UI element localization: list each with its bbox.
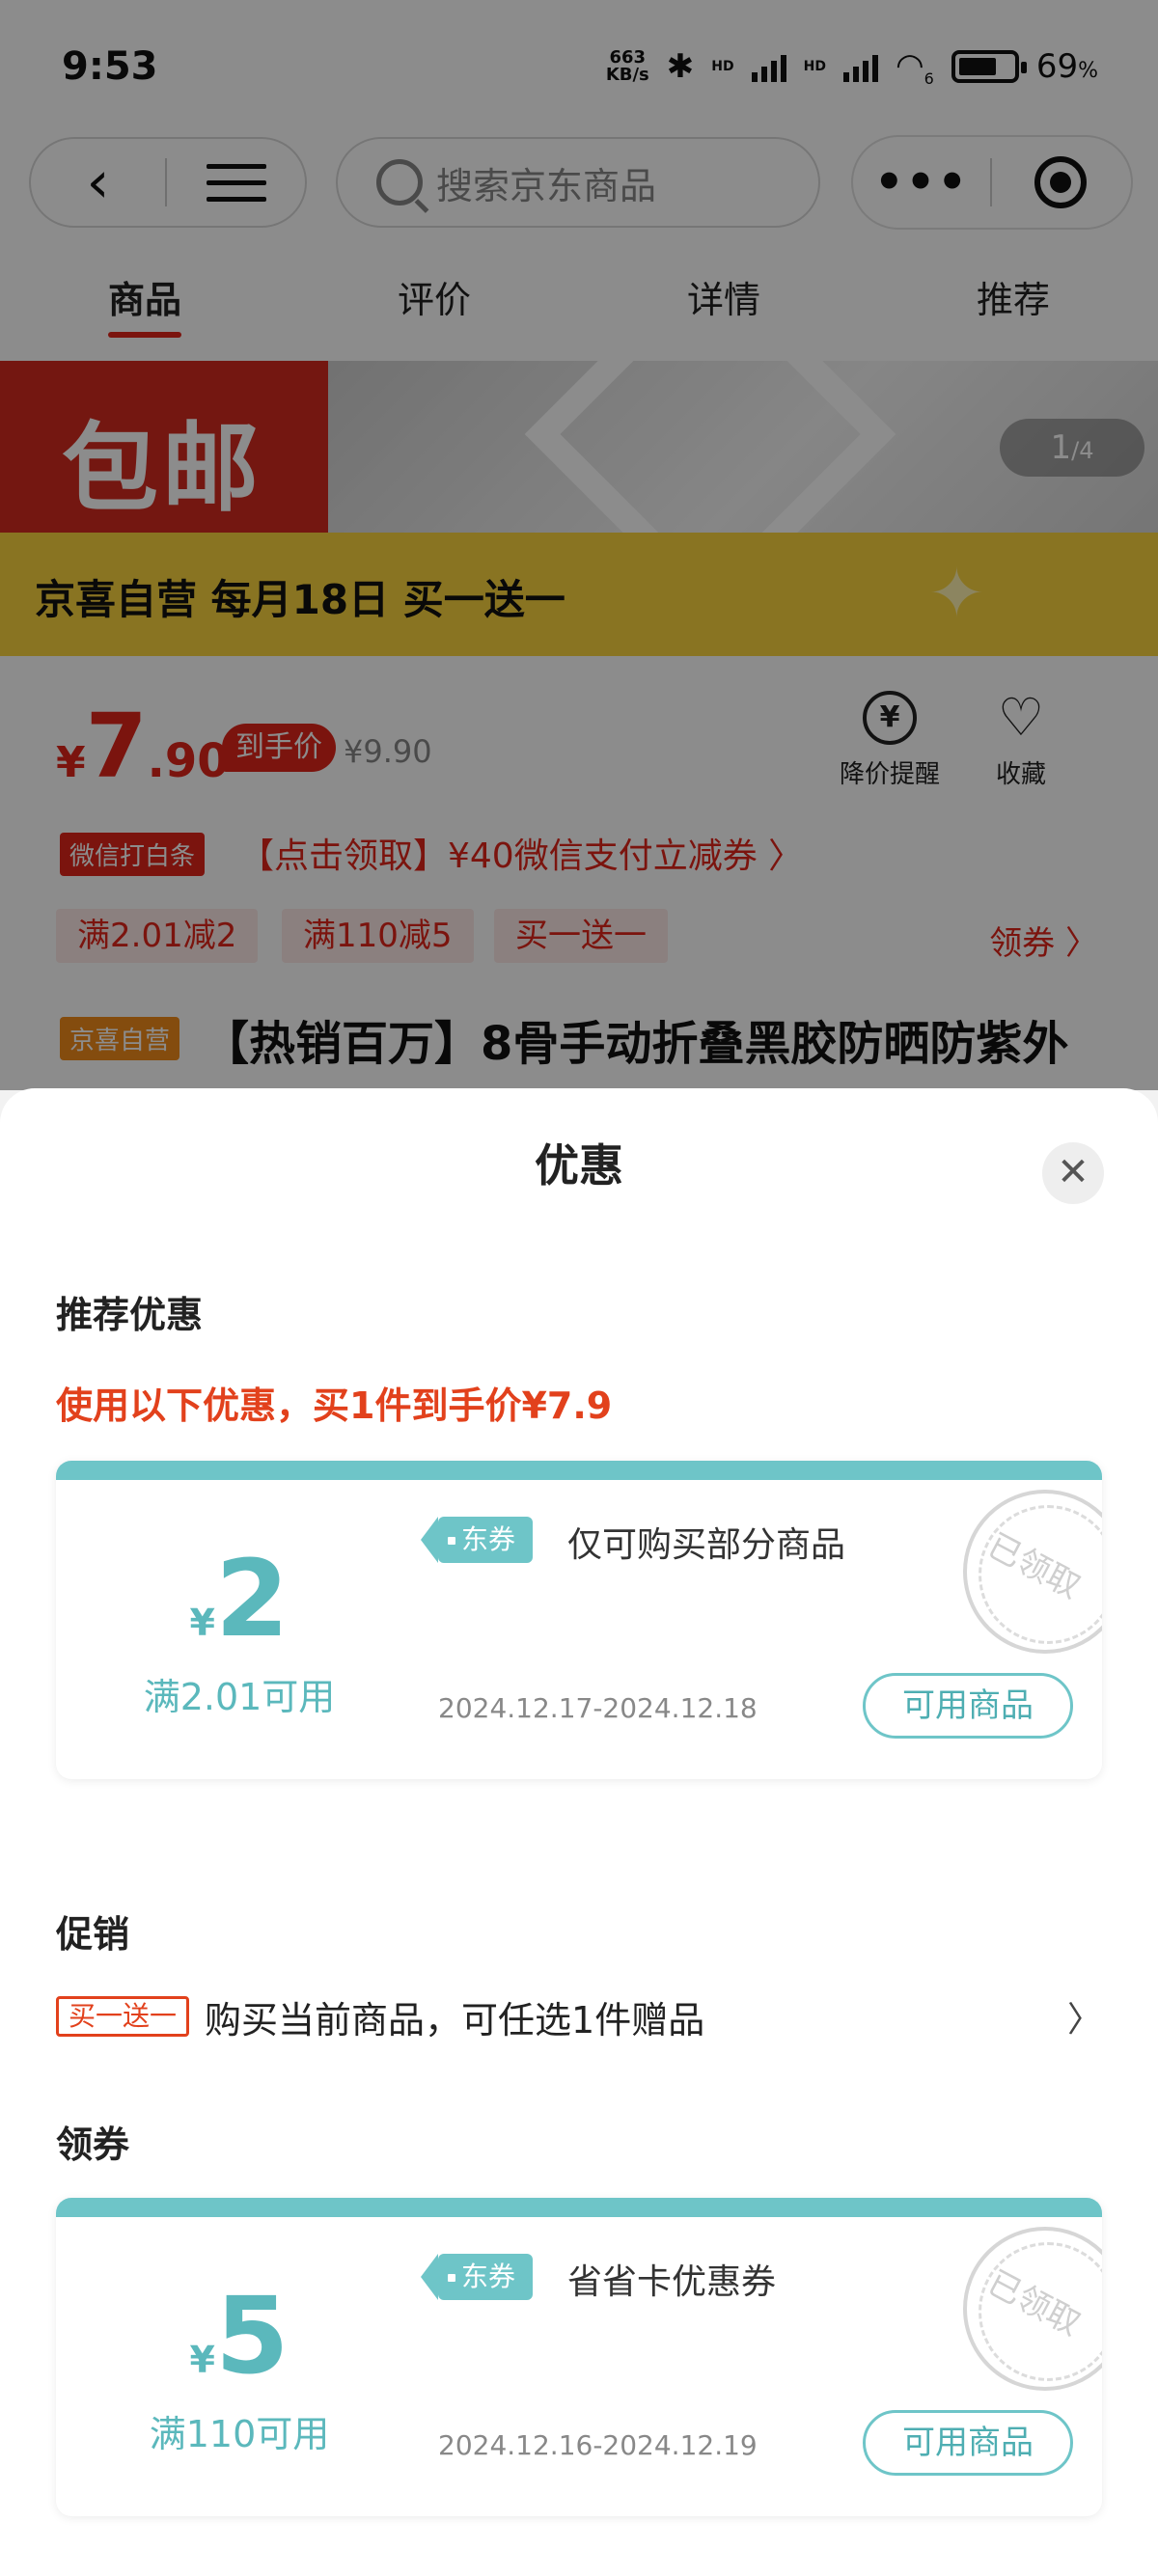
claimed-stamp-icon: 已领取: [963, 2227, 1102, 2391]
coupon-validity: 2024.12.17-2024.12.18: [438, 1692, 758, 1724]
coupons-section-title: 领券: [56, 2124, 130, 2166]
coupon-condition: 满2.01可用: [143, 1676, 336, 1718]
coupon-amount: ¥5: [56, 2283, 423, 2389]
promotion-row[interactable]: 买一送一 购买当前商品，可任选1件赠品 〉: [56, 1987, 1102, 2045]
coupon-card: ¥5 满110可用 东券 省省卡优惠券 2024.12.16-2024.12.1…: [56, 2198, 1102, 2516]
coupon-description: 省省卡优惠券: [567, 2262, 777, 2302]
coupon-currency: ¥: [189, 1602, 215, 1644]
recommend-section-title: 推荐优惠: [56, 1294, 204, 1336]
sheet-title: 优惠: [535, 1139, 623, 1192]
chevron-right-icon: 〉: [1066, 2000, 1102, 2040]
coupon-validity: 2024.12.16-2024.12.19: [438, 2429, 758, 2461]
claimed-stamp-text: 已领取: [980, 1525, 1087, 1607]
coupon-amount: ¥2: [56, 1546, 423, 1652]
coupon-card: ¥2 满2.01可用 东券 仅可购买部分商品 2024.12.17-2024.1…: [56, 1461, 1102, 1779]
modal-overlay[interactable]: [0, 0, 1158, 1090]
coupon-currency: ¥: [189, 2339, 215, 2381]
promotion-section-title: 促销: [56, 1913, 130, 1956]
claimed-stamp-text: 已领取: [980, 2262, 1087, 2344]
available-goods-button[interactable]: 可用商品: [863, 1673, 1073, 1739]
coupon-description: 仅可购买部分商品: [567, 1525, 846, 1565]
coupon-top-bar: [56, 1461, 1102, 1480]
close-button[interactable]: ✕: [1042, 1142, 1104, 1204]
available-goods-button[interactable]: 可用商品: [863, 2410, 1073, 2476]
coupon-amount-value: 5: [214, 2274, 290, 2398]
promotion-text: 购买当前商品，可任选1件赠品: [205, 1998, 705, 2042]
coupon-type-tag: 东券: [420, 1517, 534, 1563]
recommend-note: 使用以下优惠，买1件到手价¥7.9: [56, 1384, 613, 1427]
offers-sheet: 优惠 ✕ 推荐优惠 使用以下优惠，买1件到手价¥7.9 ¥2 满2.01可用 东…: [0, 1088, 1158, 2576]
coupon-type-tag: 东券: [420, 2254, 534, 2300]
coupon-top-bar: [56, 2198, 1102, 2217]
coupon-condition: 满110可用: [149, 2413, 330, 2455]
claimed-stamp-icon: 已领取: [963, 1490, 1102, 1654]
promotion-badge: 买一送一: [56, 1996, 190, 2037]
coupon-amount-value: 2: [214, 1537, 290, 1660]
